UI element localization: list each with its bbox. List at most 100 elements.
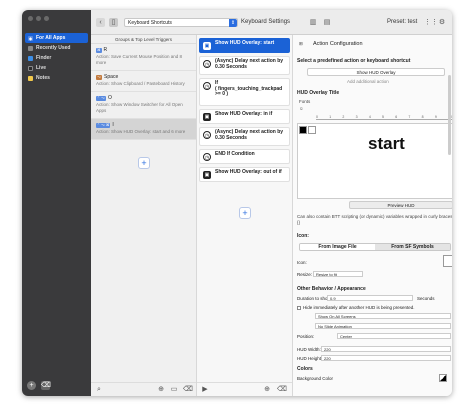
app-list: ◆ For All Apps Recently Used Finder Live … — [25, 33, 88, 83]
layout-icon[interactable]: ▥ — [309, 19, 317, 27]
add-app-icon[interactable]: + — [27, 381, 36, 390]
action-item-selected[interactable]: ▣ Show HUD Overlay: start — [199, 38, 290, 53]
text-ruler: 012345678910 — [316, 115, 452, 120]
hud-title-editor[interactable]: start — [297, 123, 452, 199]
fonts-menu[interactable]: Fonts — [299, 99, 310, 104]
gear-icon[interactable]: ⚙ — [438, 19, 446, 27]
window-controls[interactable] — [28, 16, 49, 21]
width-stepper[interactable]: ▴▾ — [451, 346, 453, 353]
triggers-footer: ⌕ ⊕ ▭ ⌫ — [91, 382, 196, 396]
action-item[interactable]: ◷ If ( fingers_touching_trackpad >= 0 ) — [199, 78, 290, 106]
clock-icon: ◷ — [203, 60, 211, 68]
action-item[interactable]: ◷ END If Condition — [199, 149, 290, 164]
resize-select[interactable]: Resize to fit — [313, 271, 363, 277]
keycap-badge: ⌥ — [96, 74, 103, 80]
position-label: Position: — [297, 334, 315, 339]
predefined-action-select[interactable]: Show HUD Overlay — [307, 68, 445, 76]
app-item-live[interactable]: Live — [25, 63, 88, 73]
clock-icon: ◷ — [203, 153, 211, 161]
action-item[interactable]: ▣ Show HUD Overlay: in if — [199, 109, 290, 124]
app-item-all[interactable]: ◆ For All Apps — [25, 33, 88, 43]
hud-height-label: HUD Height: — [297, 356, 323, 361]
keycap-badge: ⌃ ⌥ — [96, 95, 106, 101]
actions-footer: ▶ ⊕ ⌫ — [197, 382, 292, 396]
emoji-icon[interactable]: ☺ — [299, 106, 304, 111]
actions-column: ▣ Show HUD Overlay: start ◷ (Async) Delay … — [197, 35, 293, 396]
checkbox[interactable] — [297, 305, 301, 310]
trigger-item-selected[interactable]: ⌃ ⌥ ⌘ I Action: Show HUD Overlay: start a… — [91, 119, 196, 140]
finder-icon — [28, 55, 33, 61]
hud-icon: ▣ — [203, 113, 211, 121]
position-select[interactable]: Center — [337, 333, 451, 339]
hud-width-label: HUD Width: — [297, 347, 321, 352]
slide-animation-select[interactable]: No Slide Animation — [315, 323, 451, 329]
icon-well[interactable] — [443, 255, 452, 267]
hud-icon: ▣ — [203, 42, 211, 50]
bg-color-picker[interactable] — [439, 374, 447, 382]
app-item-notes[interactable]: Notes — [25, 73, 88, 83]
seconds-label: Seconds — [417, 296, 435, 301]
tab-image-file[interactable]: From Image File — [300, 244, 375, 250]
hide-immediately-checkbox[interactable]: Hide immediately after another HUD is be… — [297, 305, 415, 310]
preview-hud-button[interactable]: Preview HUD — [349, 201, 452, 209]
sidebar-icon[interactable]: ▤ — [323, 19, 331, 27]
trash-icon[interactable]: ⌫ — [277, 386, 287, 394]
trigger-item[interactable]: ⌥ Space Action: Show Clipboard / Pasteboa… — [91, 71, 196, 92]
keycap-badge: ⌘ — [96, 47, 102, 53]
app-window: ◆ For All Apps Recently Used Finder Live … — [22, 10, 452, 396]
predefined-label: Select a predefined action or keyboard s… — [297, 58, 411, 64]
live-icon — [28, 65, 33, 71]
trigger-item[interactable]: ⌘ R Action: Save Current Mouse Position a… — [91, 44, 196, 71]
icon-label: Icon: — [297, 260, 307, 265]
behavior-header: Other Behavior / Appearance — [297, 286, 366, 292]
add-action-button[interactable]: + — [239, 207, 251, 219]
hud-height-input[interactable]: 220 — [321, 355, 451, 361]
triggers-column: Groups & Top Level Triggers ⌘ R Action: S… — [91, 35, 197, 396]
hud-width-input[interactable]: 220 — [321, 346, 451, 352]
grid-icon[interactable]: ⋮⋮ — [424, 19, 438, 27]
action-item[interactable]: ◷ (Async) Delay next action by 0.30 Secon… — [199, 56, 290, 75]
show-on-screens-select[interactable]: Show On All Screens — [315, 313, 451, 319]
config-title: Action Configuration — [313, 41, 363, 47]
toolbar: ‹ ▯ Keyboard Shortcuts ⇕ Keyboard Setting… — [91, 10, 452, 35]
bg-color-swatch[interactable] — [308, 126, 316, 134]
sidebar-toggle-icon[interactable]: ▯ — [109, 18, 118, 27]
keyboard-settings-link[interactable]: Keyboard Settings — [241, 19, 290, 25]
trigger-item[interactable]: ⌃ ⌥ O Action: Show Window Switcher for Al… — [91, 92, 196, 119]
icon-header: Icon: — [297, 233, 309, 239]
folder-icon[interactable]: ▭ — [170, 386, 178, 394]
triggers-header: Groups & Top Level Triggers — [91, 35, 196, 44]
hud-preview-text: start — [368, 134, 405, 153]
trigger-type-select[interactable]: Keyboard Shortcuts ⇕ — [124, 18, 238, 27]
hud-icon: ▣ — [203, 171, 211, 179]
config-scrollbar[interactable] — [448, 75, 451, 155]
bg-color-label: Background Color — [297, 376, 334, 381]
trash-icon[interactable]: ⌫ — [41, 381, 51, 390]
clock-icon: ◷ — [203, 131, 211, 139]
action-item[interactable]: ▣ Show HUD Overlay: out of if — [199, 167, 290, 182]
icon-source-tabs: From Image File From SF Symbols — [299, 243, 451, 251]
tab-sf-symbols[interactable]: From SF Symbols — [375, 244, 450, 250]
action-item[interactable]: ◷ (Async) Delay next action by 0.30 Secon… — [199, 127, 290, 146]
add-description-link[interactable]: Add additional action — [347, 79, 389, 84]
add-icon[interactable]: ⊕ — [157, 386, 165, 394]
add-trigger-button[interactable]: + — [138, 157, 150, 169]
back-icon[interactable]: ‹ — [96, 18, 105, 27]
trash-icon[interactable]: ⌫ — [183, 386, 193, 394]
keycap-badge: ⌃ ⌥ ⌘ — [96, 122, 111, 128]
clock-icon: ◷ — [203, 82, 211, 90]
variables-note: Can also contain BTT scripting (or dynam… — [297, 214, 452, 225]
add-icon[interactable]: ⊕ — [263, 386, 271, 394]
config-panel: ⊞ Action Configuration Select a predefin… — [293, 35, 452, 396]
app-item-finder[interactable]: Finder — [25, 53, 88, 63]
height-stepper[interactable]: ▴▾ — [451, 355, 453, 362]
config-icon: ⊞ — [299, 41, 303, 46]
play-icon[interactable]: ▶ — [201, 386, 209, 394]
app-item-recent[interactable]: Recently Used — [25, 43, 88, 53]
search-icon[interactable]: ⌕ — [95, 386, 103, 394]
duration-input[interactable]: 0.9 — [327, 295, 413, 301]
preset-label[interactable]: Preset: test — [387, 19, 417, 25]
sidebar-footer: + ⌫ — [27, 381, 51, 390]
text-color-swatch[interactable] — [299, 126, 307, 134]
chevron-down-icon: ⇕ — [229, 19, 237, 27]
